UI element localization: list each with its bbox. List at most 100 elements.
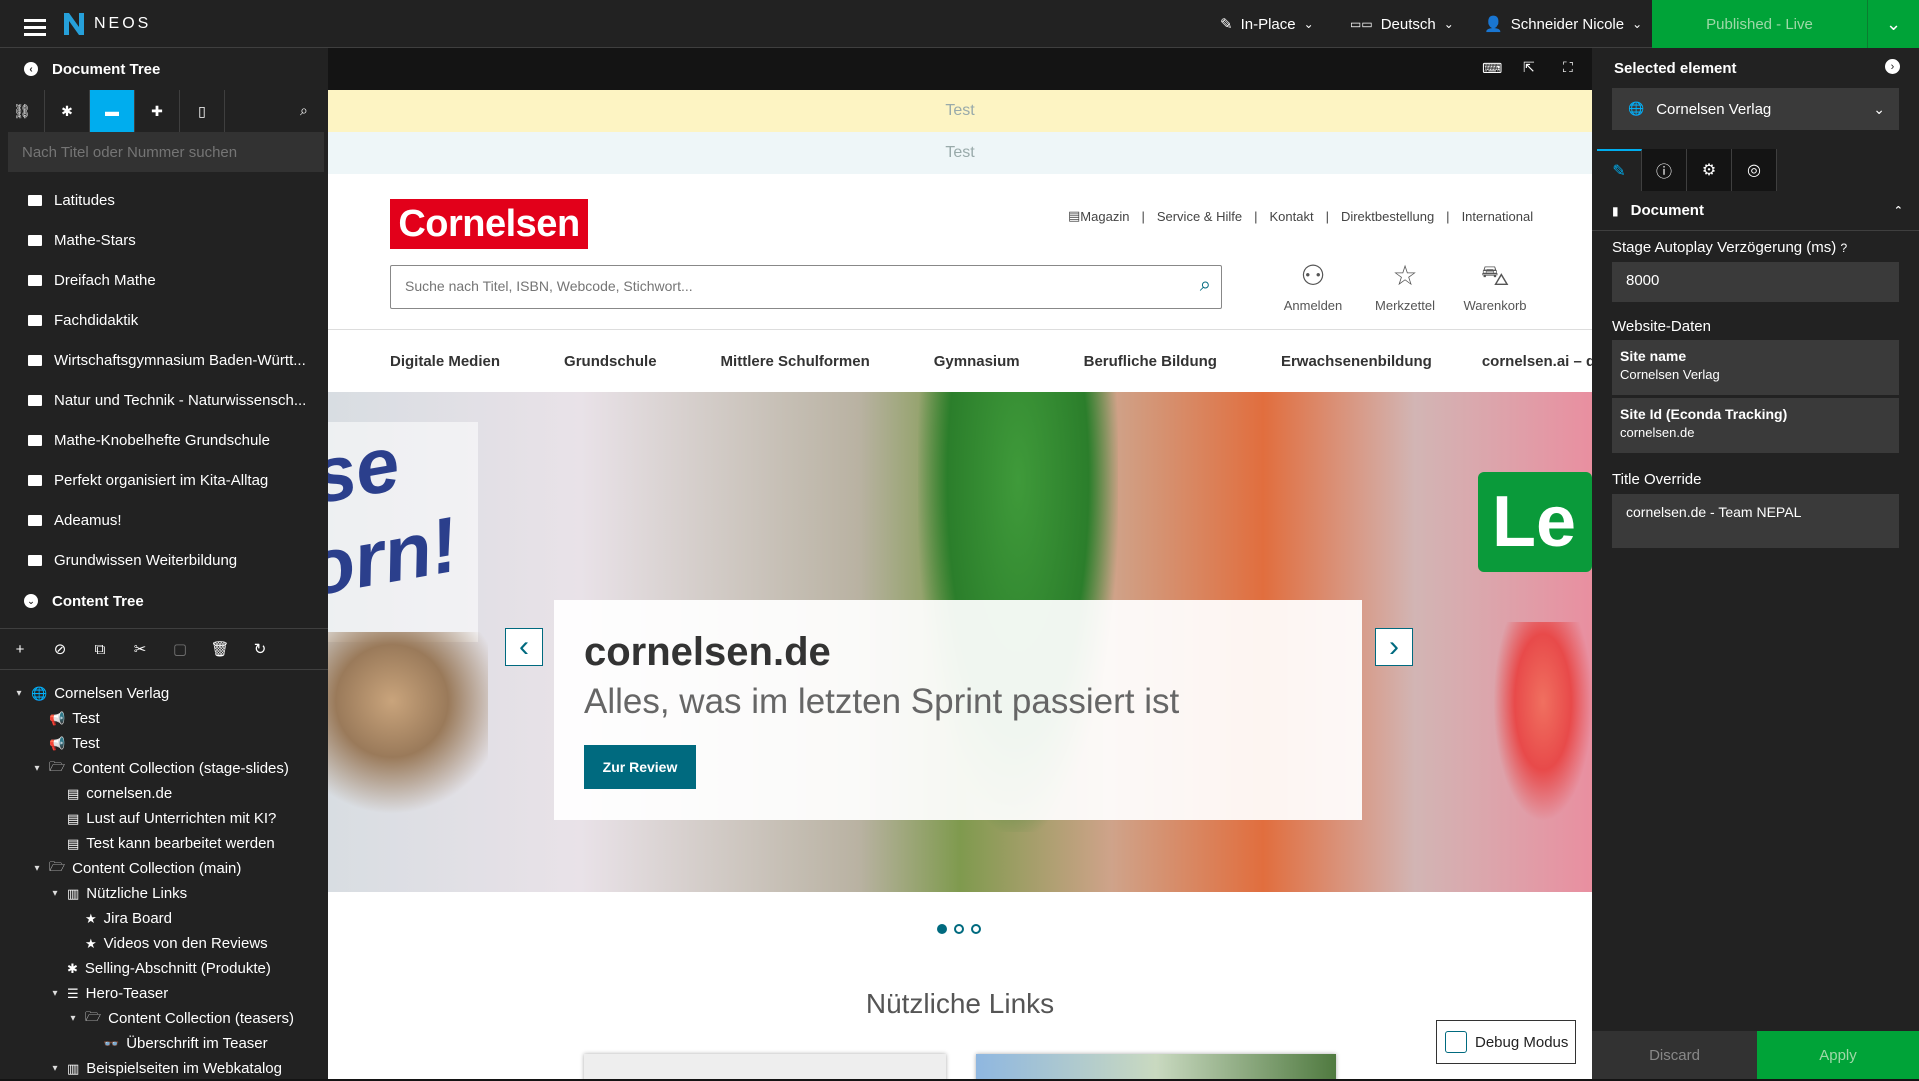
slider-prev-button[interactable]: ‹	[505, 628, 543, 666]
site-id-field[interactable]: Site Id (Econda Tracking) cornelsen.de	[1612, 398, 1899, 453]
document-section-header[interactable]: ▮ Document ⌃	[1592, 191, 1919, 231]
document-tree-item[interactable]: Natur und Technik - Naturwissensch...	[28, 380, 318, 420]
document-tree-item[interactable]: Latitudes	[28, 180, 318, 220]
search-icon[interactable]: ⌕	[300, 102, 308, 119]
content-tree-node[interactable]: ▾ 🌐 Cornelsen Verlag	[14, 681, 169, 706]
debug-checkbox[interactable]	[1445, 1031, 1467, 1053]
hero-cta-button[interactable]: Zur Review	[584, 745, 696, 789]
tree-toggle-icon[interactable]: ▾	[50, 988, 60, 999]
login-button[interactable]: ⚇ Anmelden	[1283, 258, 1343, 313]
cornelsen-logo[interactable]: Cornelsen	[390, 199, 588, 249]
document-tree-header[interactable]: ‹ Document Tree	[0, 48, 328, 90]
site-top-link[interactable]: Magazin	[1080, 209, 1129, 224]
site-top-link[interactable]: International	[1462, 209, 1534, 224]
site-search-input[interactable]	[391, 266, 1171, 306]
document-tree-item[interactable]: Grundwissen Weiterbildung	[28, 540, 318, 580]
site-nav-item[interactable]: cornelsen.ai – die KI-Toolbox	[1482, 353, 1592, 370]
content-tree-node[interactable]: 👓 Überschrift im Teaser	[86, 1031, 268, 1056]
content-tree-node[interactable]: 📢 Test	[32, 706, 100, 731]
content-tree-node[interactable]: ▤ cornelsen.de	[50, 781, 172, 806]
collapse-down-icon[interactable]: ⌄	[24, 594, 38, 608]
menu-icon[interactable]	[24, 0, 46, 48]
site-nav-item[interactable]: Gymnasium	[934, 353, 1020, 370]
gear-icon[interactable]: ⚙	[1687, 149, 1732, 191]
site-top-link[interactable]: Kontakt	[1269, 209, 1313, 224]
discard-button[interactable]: Discard	[1592, 1031, 1757, 1079]
tree-toggle-icon[interactable]: ▾	[32, 763, 42, 774]
collapse-left-icon[interactable]: ‹	[24, 62, 38, 76]
language-select[interactable]: ▭▭ Deutsch ⌄	[1350, 0, 1454, 48]
content-tree-node[interactable]: ★ Jira Board	[68, 906, 172, 931]
document-tree-item[interactable]: Wirtschaftsgymnasium Baden-Württ...	[28, 340, 318, 380]
fullscreen-icon[interactable]: ⛶	[1563, 59, 1573, 76]
hide-icon[interactable]: ⊘	[40, 640, 80, 658]
site-nav-item[interactable]: Berufliche Bildung	[1084, 353, 1217, 370]
document-search-input[interactable]	[8, 132, 324, 172]
document-tree-item[interactable]: Perfekt organisiert im Kita-Alltag	[28, 460, 318, 500]
info-icon[interactable]: ⓘ	[1642, 149, 1687, 191]
test-bar-blue[interactable]: Test	[328, 132, 1592, 174]
sitemap-icon[interactable]: ⛓	[0, 90, 45, 132]
refresh-icon[interactable]: ↻	[240, 640, 280, 658]
slider-dot[interactable]	[954, 924, 964, 934]
selected-element-dropdown[interactable]: 🌐 Cornelsen Verlag ⌄	[1612, 88, 1899, 130]
slider-dot[interactable]	[971, 924, 981, 934]
site-top-link[interactable]: Service & Hilfe	[1157, 209, 1242, 224]
file-icon[interactable]: ▯	[180, 90, 225, 132]
wishlist-button[interactable]: ☆ Merkzettel	[1365, 258, 1445, 313]
link-card-2[interactable]	[976, 1054, 1336, 1079]
debug-mode-toggle[interactable]: Debug Modus	[1436, 1020, 1576, 1064]
document-tree-item[interactable]: Adeamus!	[28, 500, 318, 540]
tree-toggle-icon[interactable]: ▾	[50, 888, 60, 899]
apply-button[interactable]: Apply	[1757, 1031, 1919, 1079]
add-icon[interactable]: +	[0, 641, 40, 658]
tree-toggle-icon[interactable]: ▾	[68, 1013, 78, 1024]
site-nav-item[interactable]: Grundschule	[564, 353, 657, 370]
content-tree-node[interactable]: ▾ ▥ Nützliche Links	[50, 881, 187, 906]
site-nav-item[interactable]: Erwachsenenbildung	[1281, 353, 1432, 370]
link-card-1[interactable]	[584, 1054, 946, 1079]
puzzle-icon[interactable]: ✚	[135, 90, 180, 132]
cart-button[interactable]: ⛍ Warenkorb	[1460, 258, 1530, 313]
tree-toggle-icon[interactable]: ▾	[32, 863, 42, 874]
content-tree-header[interactable]: ⌄ Content Tree	[0, 580, 328, 622]
document-tree-item[interactable]: Dreifach Mathe	[28, 260, 318, 300]
content-tree-node[interactable]: ▾ 🗁 Content Collection (teasers)	[68, 1006, 294, 1031]
delete-icon[interactable]: 🗑	[200, 640, 240, 658]
document-tree-item[interactable]: Mathe-Stars	[28, 220, 318, 260]
content-tree-node[interactable]: ▾ 🗁 Content Collection (main)	[32, 856, 241, 881]
tree-toggle-icon[interactable]: ▾	[50, 1063, 60, 1074]
external-link-icon[interactable]: ⇱	[1523, 59, 1535, 76]
page-icon[interactable]: ▬	[90, 90, 135, 132]
content-tree-node[interactable]: ▾ ☰ Hero-Teaser	[50, 981, 168, 1006]
asterisk-icon[interactable]: ✱	[45, 90, 90, 132]
collapse-right-icon[interactable]: ›	[1885, 59, 1900, 74]
publish-button[interactable]: Published - Live	[1652, 0, 1867, 48]
content-tree-node[interactable]: ★ Videos von den Reviews	[68, 931, 268, 956]
document-tree-item[interactable]: Mathe-Knobelhefte Grundschule	[28, 420, 318, 460]
pencil-icon[interactable]: ✎	[1597, 149, 1642, 191]
slider-dot-active[interactable]	[937, 924, 947, 934]
test-bar-yellow[interactable]: Test	[328, 90, 1592, 132]
copy-icon[interactable]: ⧉	[80, 641, 120, 658]
help-icon[interactable]: ?	[1840, 241, 1847, 255]
search-icon[interactable]: ⌕	[1200, 274, 1211, 297]
keyboard-icon[interactable]: ⌨	[1482, 60, 1502, 77]
content-tree-node[interactable]: ▤ Lust auf Unterrichten mit KI?	[50, 806, 276, 831]
content-tree-node[interactable]: 📢 Test	[32, 731, 100, 756]
content-tree-node[interactable]: ▾ 🗁 Content Collection (stage-slides)	[32, 756, 288, 781]
content-tree-node[interactable]: ✱ Selling-Abschnitt (Produkte)	[50, 956, 271, 981]
user-menu[interactable]: 👤 Schneider Nicole ⌄	[1484, 0, 1642, 48]
publish-dropdown-button[interactable]: ⌄	[1867, 0, 1919, 48]
cut-icon[interactable]: ✂	[120, 640, 160, 658]
paste-icon[interactable]: ▢	[160, 640, 200, 658]
edit-mode-select[interactable]: ✎ In-Place ⌄	[1220, 0, 1314, 48]
document-tree-item[interactable]: Fachdidaktik	[28, 300, 318, 340]
content-tree-node[interactable]: ▤ Test kann bearbeitet werden	[50, 831, 275, 856]
tree-toggle-icon[interactable]: ▾	[14, 688, 24, 699]
site-nav-item[interactable]: Digitale Medien	[390, 353, 500, 370]
site-nav-item[interactable]: Mittlere Schulformen	[721, 353, 870, 370]
autoplay-input[interactable]: 8000	[1612, 262, 1899, 302]
site-top-link[interactable]: Direktbestellung	[1341, 209, 1434, 224]
slider-next-button[interactable]: ›	[1375, 628, 1413, 666]
